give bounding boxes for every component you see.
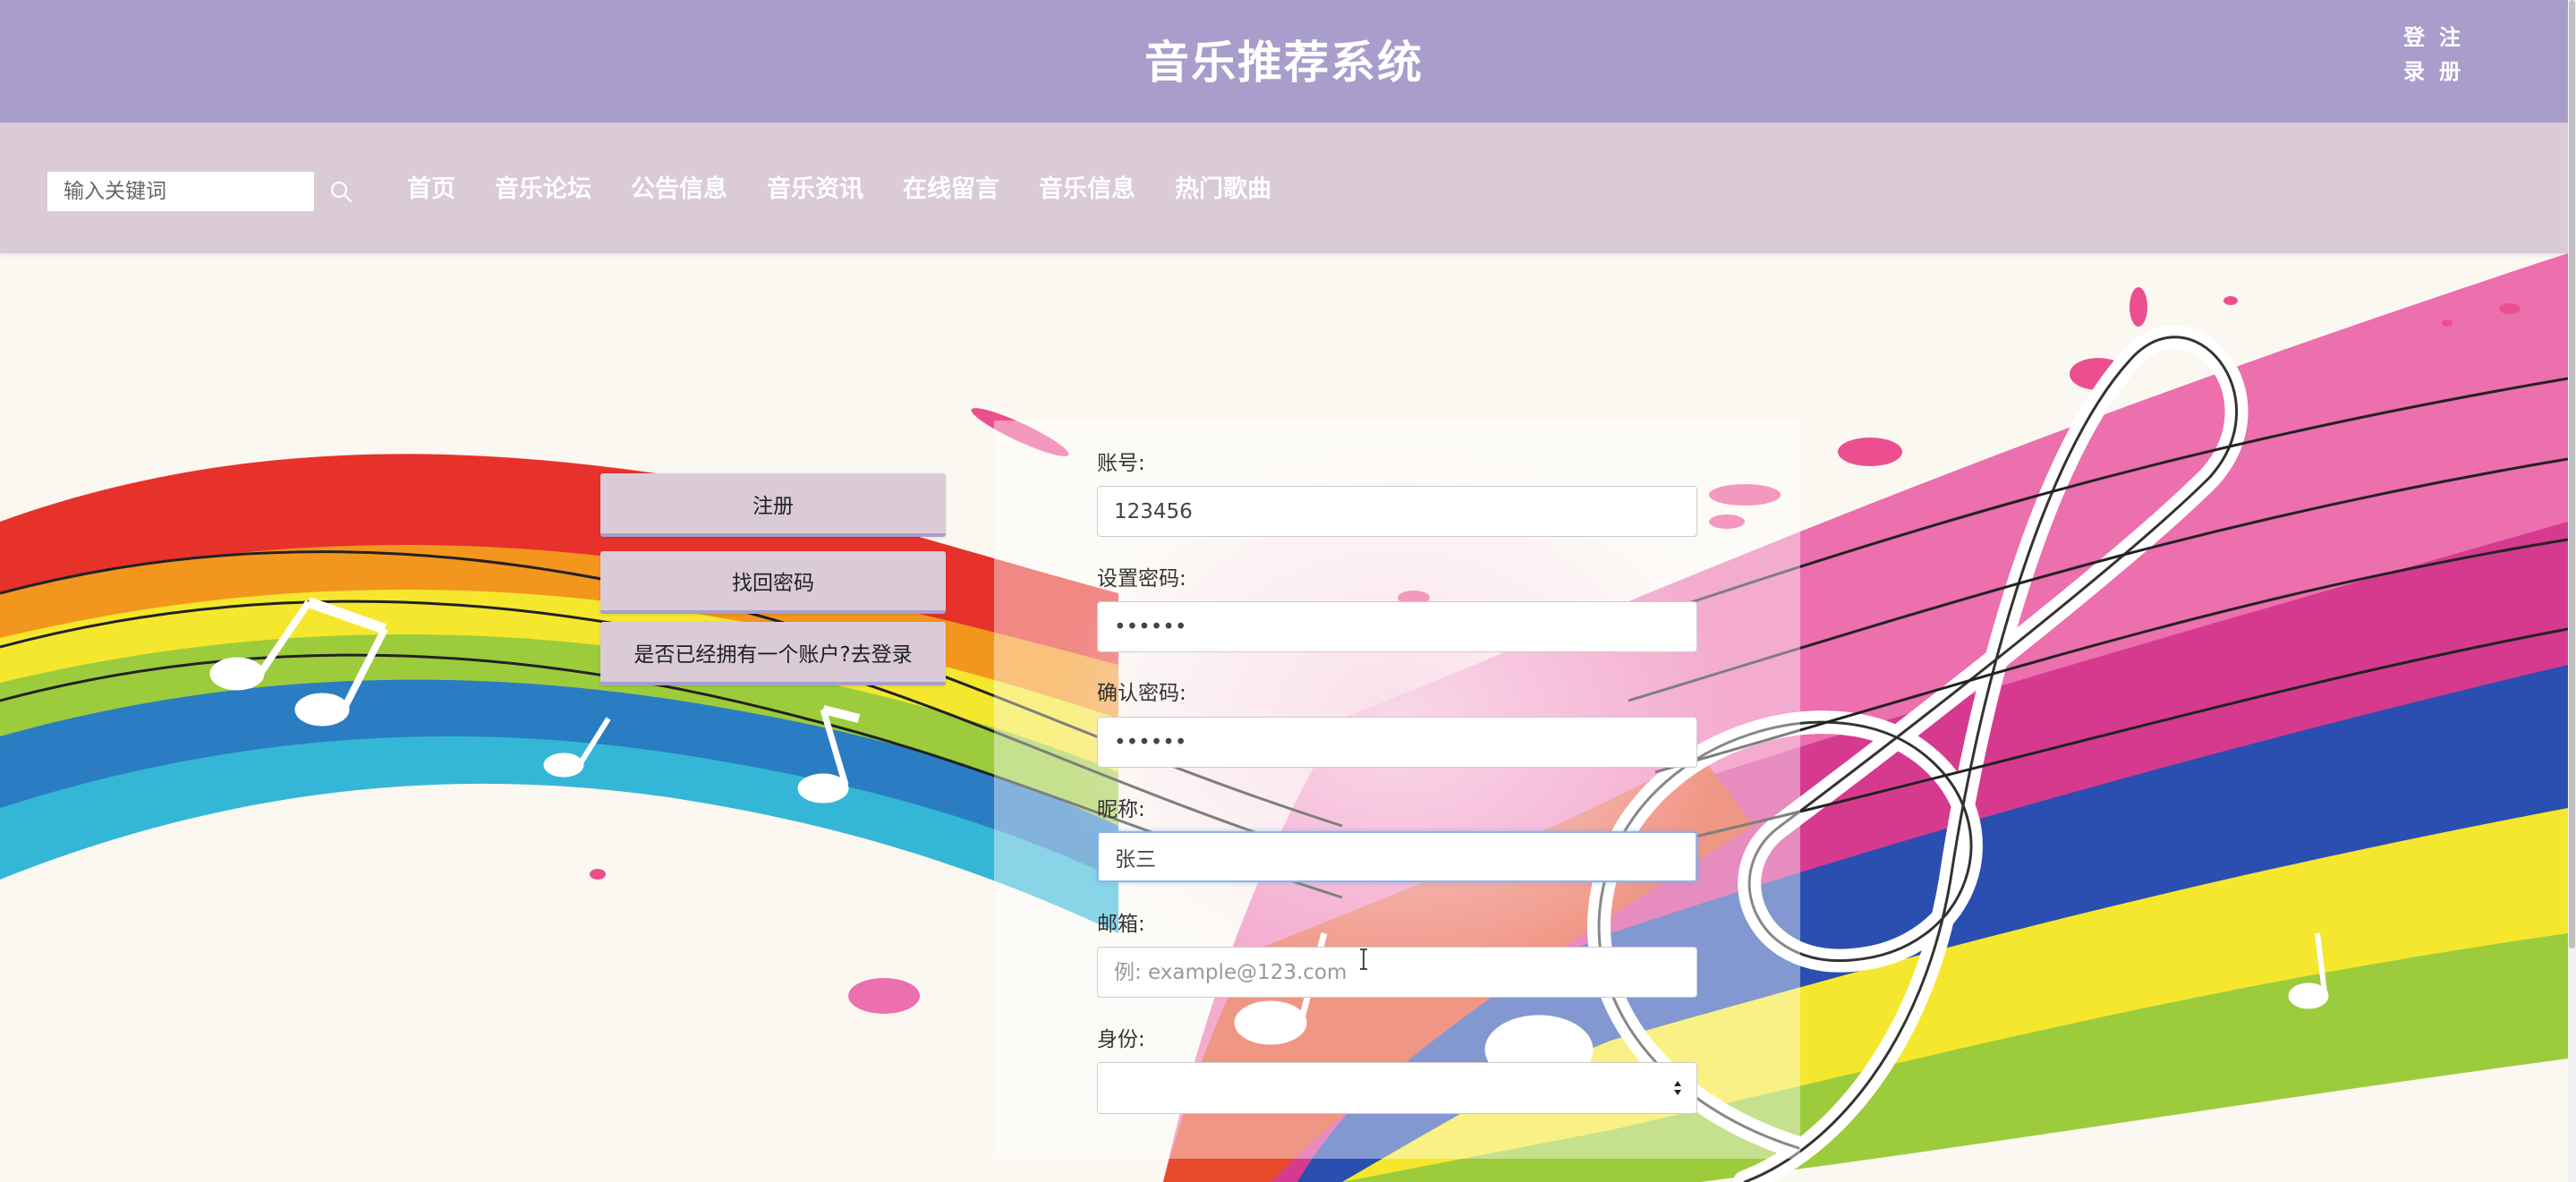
site-title: 音乐推荐系统 (1144, 37, 1424, 89)
auth-links: 登 注 录 册 (2396, 25, 2468, 84)
page-scrollbar-thumb[interactable] (2569, 0, 2575, 948)
role-select[interactable] (1097, 1062, 1697, 1114)
register-button[interactable]: 注册 (600, 473, 946, 537)
top-header: 音乐推荐系统 登 注 录 册 (0, 0, 2568, 123)
text-cursor-icon (1360, 948, 1367, 970)
password-label: 设置密码: (1097, 567, 1186, 591)
account-label: 账号: (1097, 452, 1145, 475)
email-input[interactable] (1097, 947, 1697, 998)
find-password-button[interactable]: 找回密码 (600, 551, 946, 614)
password-input[interactable] (1097, 601, 1697, 652)
email-label: 邮箱: (1097, 913, 1145, 936)
nav-menu: 首页 音乐论坛 公告信息 音乐资讯 在线留言 音乐信息 热门歌曲 (407, 163, 1311, 217)
search-input[interactable] (47, 172, 314, 211)
nav-item-home[interactable]: 首页 (407, 163, 455, 217)
nav-item-music-info[interactable]: 音乐信息 (1039, 163, 1135, 217)
go-login-button[interactable]: 是否已经拥有一个账户?去登录 (600, 622, 946, 685)
nav-item-music-forum[interactable]: 音乐论坛 (495, 163, 591, 217)
nickname-input[interactable] (1097, 831, 1697, 882)
account-input[interactable] (1097, 486, 1697, 537)
nav-bar: 首页 音乐论坛 公告信息 音乐资讯 在线留言 音乐信息 热门歌曲 (0, 123, 2568, 253)
register-link-bottom[interactable]: 册 (2432, 59, 2468, 84)
confirm-password-label: 确认密码: (1097, 682, 1186, 705)
login-link-bottom[interactable]: 录 (2396, 59, 2432, 84)
search-icon[interactable] (327, 178, 354, 205)
login-link-top[interactable]: 登 (2396, 25, 2432, 50)
role-label: 身份: (1097, 1028, 1145, 1051)
updown-arrows-icon (1674, 1081, 1681, 1095)
nav-item-hot-songs[interactable]: 热门歌曲 (1175, 163, 1271, 217)
nav-item-announcements[interactable]: 公告信息 (631, 163, 727, 217)
register-link-top[interactable]: 注 (2432, 25, 2468, 50)
nickname-label: 昵称: (1097, 798, 1145, 821)
nav-item-music-news[interactable]: 音乐资讯 (767, 163, 863, 217)
confirm-password-input[interactable] (1097, 717, 1697, 768)
nav-item-online-message[interactable]: 在线留言 (903, 163, 999, 217)
